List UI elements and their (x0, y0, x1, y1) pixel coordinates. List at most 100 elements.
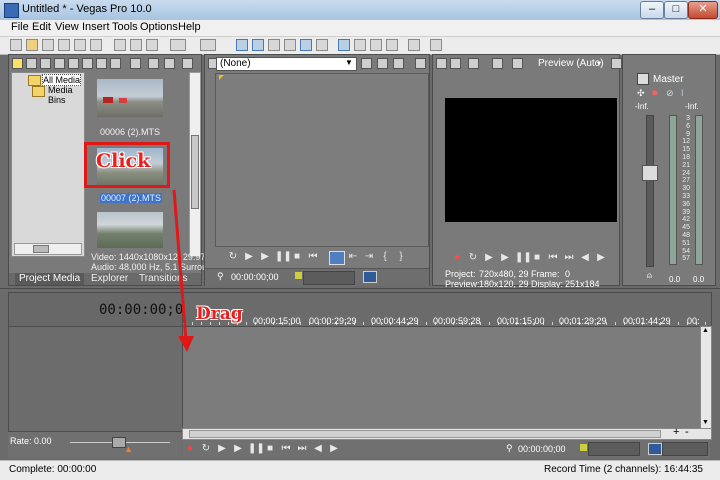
menu-options[interactable]: Options (140, 21, 178, 33)
timeline-ruler[interactable]: 00:00:15;00 00:00:29;29 00:00:44;29 00:0… (182, 292, 712, 328)
copy-icon[interactable] (130, 39, 142, 51)
go-to-start-icon[interactable]: ⏮ (280, 443, 292, 455)
event-grouping-icon[interactable] (386, 39, 398, 51)
trimmer-clear-icon[interactable] (393, 58, 404, 69)
media-properties-icon[interactable] (110, 58, 121, 69)
fx-icon[interactable]: ✣ (637, 88, 645, 99)
go-to-start-icon[interactable]: ⏮ (307, 251, 319, 263)
preview-settings-icon[interactable] (611, 58, 622, 69)
tab-explorer[interactable]: Explorer (87, 273, 132, 285)
media-fx-icon[interactable] (68, 58, 79, 69)
media-tags-icon[interactable] (82, 58, 93, 69)
play-icon[interactable]: ▶ (499, 252, 511, 264)
stop-icon[interactable]: ■ (264, 443, 276, 455)
external-monitor-icon[interactable] (468, 58, 479, 69)
next-frame-icon[interactable]: ▶ (328, 443, 340, 455)
overlays-icon[interactable] (512, 58, 523, 69)
remove-media-icon[interactable] (54, 58, 65, 69)
go-to-end-icon[interactable]: ⏭ (296, 443, 308, 455)
menu-help[interactable]: Help (178, 21, 201, 33)
stop-icon[interactable] (164, 58, 175, 69)
chevron-down-icon[interactable]: ▾ (597, 59, 601, 68)
record-icon[interactable]: ● (451, 252, 463, 264)
redo-icon[interactable] (200, 39, 216, 51)
go-to-start-icon[interactable]: ⏮ (547, 252, 559, 264)
automation-icon[interactable] (408, 39, 420, 51)
menu-edit[interactable]: Edit (32, 21, 51, 33)
trimmer-view[interactable] (215, 73, 429, 247)
close-button[interactable]: ✕ (688, 1, 718, 19)
open-folder-icon[interactable] (26, 39, 38, 51)
master-lock-icon[interactable]: ⍝ (647, 271, 652, 281)
pause-icon[interactable]: ❚❚ (515, 252, 532, 264)
new-project-icon[interactable] (10, 39, 22, 51)
solo-icon[interactable]: I (681, 88, 684, 98)
split-screen-icon[interactable] (492, 58, 503, 69)
video-output-fx-icon[interactable] (450, 58, 461, 69)
preview-pin-icon[interactable] (436, 58, 447, 69)
previous-frame-icon[interactable]: ◀ (312, 443, 324, 455)
selection-tool-icon[interactable] (268, 39, 280, 51)
search-media-icon[interactable] (96, 58, 107, 69)
loop-icon[interactable]: ↻ (467, 252, 479, 264)
auto-preview-icon[interactable] (182, 58, 193, 69)
trim-end-icon[interactable]: ⇥ (363, 251, 375, 263)
trimmer-add-before-icon[interactable] (377, 58, 388, 69)
trim-start-icon[interactable]: ⇤ (347, 251, 359, 263)
timeline-zoom-icon[interactable] (648, 443, 662, 455)
auto-crossfade-icon[interactable] (354, 39, 366, 51)
set-in-icon[interactable]: { (379, 251, 391, 263)
next-frame-icon[interactable]: ▶ (595, 252, 607, 264)
splitter[interactable] (0, 288, 720, 289)
whats-this-help-icon[interactable] (430, 39, 442, 51)
scrollbar-thumb[interactable] (33, 245, 49, 253)
import-media-icon[interactable] (12, 58, 23, 69)
trimmer-preview-icon[interactable] (415, 58, 426, 69)
trimmer-add-icon[interactable] (361, 58, 372, 69)
save-as-icon[interactable] (58, 39, 70, 51)
mute-icon[interactable]: ⊘ (666, 88, 674, 99)
zoom-out-button[interactable]: - (685, 426, 689, 438)
media-thumbnail[interactable] (97, 79, 163, 117)
zoom-in-button[interactable]: + (673, 426, 679, 438)
loop-icon[interactable]: ↻ (227, 251, 239, 263)
play-from-start-icon[interactable]: ▶ (243, 251, 255, 263)
menu-tools[interactable]: Tools (112, 21, 138, 33)
play-from-start-icon[interactable]: ▶ (216, 443, 228, 455)
tree-item-media-bins[interactable]: Media Bins (48, 85, 84, 105)
normal-edit-tool-icon[interactable] (236, 39, 248, 51)
envelope-tool-icon[interactable] (252, 39, 264, 51)
pause-icon[interactable]: ❚❚ (248, 443, 265, 455)
play-icon[interactable]: ▶ (232, 443, 244, 455)
gear-icon[interactable]: ✹ (651, 88, 659, 99)
loop-icon[interactable]: ↻ (200, 443, 212, 455)
views-icon[interactable] (130, 58, 141, 69)
timeline-track-area[interactable] (182, 326, 702, 432)
paste-icon[interactable] (146, 39, 158, 51)
tree-horizontal-scrollbar[interactable] (14, 243, 82, 255)
menu-insert[interactable]: Insert (82, 21, 110, 33)
go-to-end-icon[interactable]: ⏭ (563, 252, 575, 264)
properties-icon[interactable] (90, 39, 102, 51)
media-thumbnail[interactable] (97, 212, 163, 248)
trimmer-media-dropdown[interactable]: (None) ▼ (216, 57, 357, 71)
minimize-button[interactable]: – (640, 1, 664, 19)
record-icon[interactable]: ● (184, 443, 196, 455)
lock-envelopes-icon[interactable] (316, 39, 328, 51)
play-from-start-icon[interactable]: ▶ (483, 252, 495, 264)
render-icon[interactable] (74, 39, 86, 51)
preview-quality-dropdown[interactable]: Preview (Auto) (538, 58, 604, 69)
menu-view[interactable]: View (55, 21, 79, 33)
menu-file[interactable]: File (11, 21, 29, 33)
snapping-icon[interactable] (338, 39, 350, 51)
undo-icon[interactable] (170, 39, 186, 51)
save-icon[interactable] (42, 39, 54, 51)
cut-icon[interactable] (114, 39, 126, 51)
play-icon[interactable] (148, 58, 159, 69)
stop-icon[interactable]: ■ (291, 251, 303, 263)
master-fader-handle[interactable] (642, 165, 658, 181)
timeline-vertical-scrollbar[interactable]: ▲ ▼ (700, 326, 712, 432)
scroll-down-icon[interactable]: ▼ (702, 419, 709, 426)
stop-icon[interactable]: ■ (531, 252, 543, 264)
zoom-tool-icon[interactable] (284, 39, 296, 51)
